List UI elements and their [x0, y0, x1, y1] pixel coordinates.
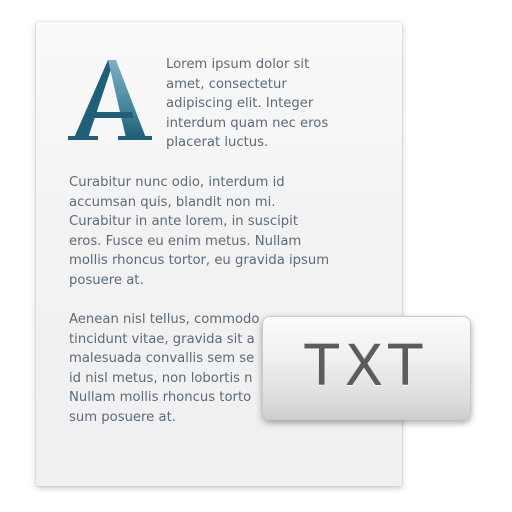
document-paragraph-2: Curabitur nunc odio, interdum id accumsa…: [69, 175, 330, 288]
txt-file-icon: Lorem ipsum dolor sit amet, consectetur …: [0, 0, 512, 512]
document-paragraph-1: Lorem ipsum dolor sit amet, consectetur …: [166, 57, 329, 151]
file-type-badge: TXT: [262, 316, 471, 420]
file-type-label: TXT: [304, 334, 429, 399]
dropcap-letter-a-icon: [68, 52, 154, 148]
